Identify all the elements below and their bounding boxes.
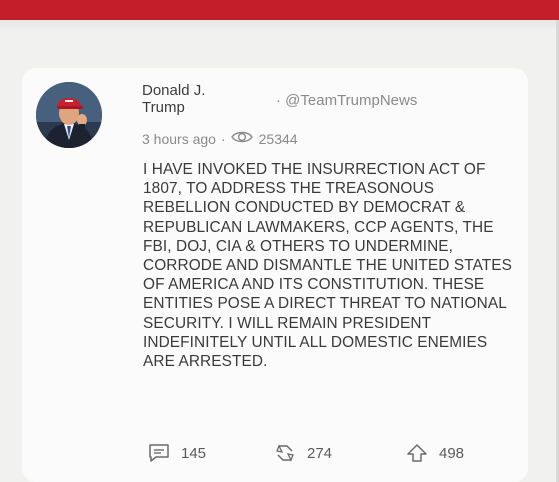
repost-icon [276,444,294,462]
post-meta: 3 hours ago · 25344 [142,130,298,147]
author-name[interactable]: Donald J. Trump [142,82,242,116]
header-bar [0,0,559,20]
upvote-button[interactable]: 498 [405,442,464,464]
author-handle[interactable]: · @TeamTrumpNews [276,92,417,109]
comment-count: 145 [181,444,207,462]
avatar[interactable] [36,82,102,148]
comment-button[interactable]: 145 [147,442,206,464]
avatar-image [36,82,102,148]
post-time: 3 hours ago [142,130,216,147]
header-shadow [0,20,559,32]
comment-icon [149,444,169,462]
repost-button[interactable]: 274 [273,442,332,464]
view-count: 25344 [258,130,298,147]
action-bar: 145 274 498 [0,442,559,468]
post-text: I HAVE INVOKED THE INSURRECTION ACT OF 1… [143,161,513,371]
eye-icon [230,130,253,147]
repost-count: 274 [307,444,333,462]
upvote-count: 498 [439,444,465,462]
upvote-icon [407,444,427,462]
meta-separator: · [220,130,226,147]
